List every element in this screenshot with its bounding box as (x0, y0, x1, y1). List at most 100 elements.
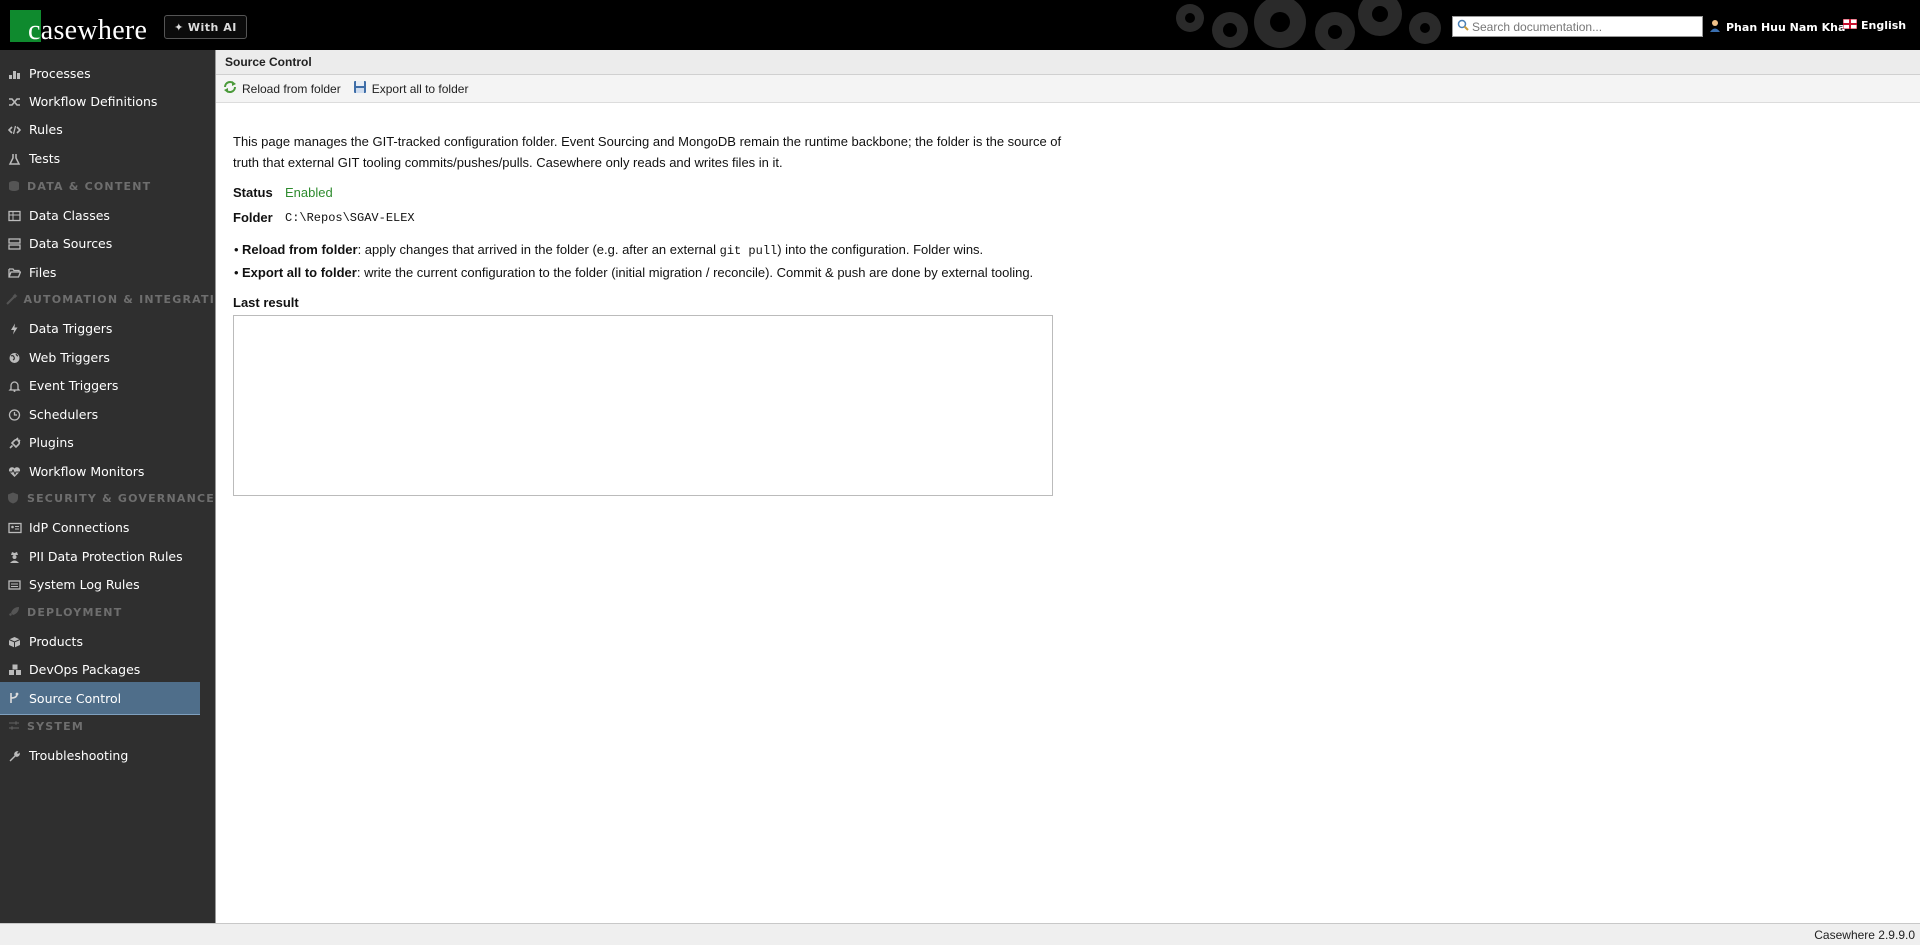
reload-from-folder-button[interactable]: Reload from folder (223, 80, 341, 97)
with-ai-button[interactable]: ✦ With AI (164, 15, 247, 39)
sidebar: Processes Workflow Definitions Rules Tests D… (0, 50, 215, 923)
sidebar-item-label: Workflow Monitors (29, 464, 145, 479)
sidebar-item-label: Data Triggers (29, 321, 113, 336)
git-pull-code: git pull (719, 244, 778, 258)
status-value: Enabled (285, 185, 333, 200)
section-label: DATA & CONTENT (27, 179, 152, 193)
globe-icon (0, 352, 29, 364)
clock-icon (0, 408, 29, 421)
bell-icon (0, 380, 29, 392)
language-label: English (1861, 19, 1907, 32)
search-icon (1457, 19, 1469, 34)
sidebar-item-label: DevOps Packages (29, 662, 141, 677)
with-ai-label: With AI (187, 20, 237, 34)
search-input[interactable] (1472, 19, 1697, 34)
section-label: AUTOMATION & INTEGRATI (23, 292, 215, 306)
sidebar-item-label: Schedulers (29, 407, 99, 422)
casewhere-logo[interactable]: casewhere (10, 10, 148, 46)
heartbeat-icon (0, 466, 29, 478)
save-icon (353, 80, 367, 97)
sidebar-section-header: AUTOMATION & INTEGRATI (0, 289, 215, 309)
user-name: Phan Huu Nam Kha (1726, 20, 1846, 34)
sliders-icon (0, 720, 27, 732)
cubes-icon (0, 664, 29, 676)
server-icon (0, 237, 29, 250)
section-label: SECURITY & GOVERNANCE (26, 491, 215, 505)
shield-icon (0, 492, 27, 504)
sidebar-item-label: Workflow Definitions (29, 94, 158, 109)
sidebar-section-header: DEPLOYMENT (0, 602, 215, 622)
folder-label: Folder (233, 210, 273, 225)
plug-icon (0, 436, 29, 449)
sidebar-section-header: SECURITY & GOVERNANCE (0, 488, 215, 508)
export-help-text: : write the current configuration to the… (356, 265, 1034, 280)
version-label: Casewhere 2.9.9.0 (1814, 928, 1915, 942)
reload-help-text-b: ) into the configuration. Folder wins. (777, 242, 984, 257)
search-documentation[interactable] (1452, 16, 1703, 37)
sidebar-item-label: Data Classes (29, 208, 110, 223)
content: This page manages the GIT-tracked config… (233, 131, 1063, 499)
export-label: Export all to folder (371, 81, 469, 96)
user-icon (1709, 19, 1721, 35)
refresh-icon (223, 80, 237, 97)
database-icon (0, 180, 27, 192)
sidebar-item-label: Source Control (29, 690, 122, 706)
sidebar-item-label: Processes (29, 66, 91, 81)
uk-flag-icon (1842, 18, 1858, 32)
status-row: Status Enabled (233, 182, 1063, 203)
folder-open-icon (0, 267, 29, 279)
last-result-label: Last result (233, 295, 299, 310)
section-label: DEPLOYMENT (27, 605, 123, 619)
shuffle-icon (0, 96, 29, 108)
reload-help-text-a: : apply changes that arrived in the fold… (357, 242, 720, 257)
sidebar-item-files[interactable]: Files (0, 256, 200, 289)
gears-decoration (1150, 0, 1450, 50)
list-item: Reload from folder: apply changes that a… (233, 239, 1063, 262)
processes-icon (0, 68, 29, 80)
main-panel: Source Control Reload from folder Export… (215, 50, 1920, 923)
sidebar-item-label: Plugins (29, 435, 74, 450)
sidebar-item-label: Rules (29, 122, 63, 137)
sidebar-item-label: Data Sources (29, 236, 113, 251)
folder-row: Folder C:\Repos\SGAV-ELEX (233, 207, 1063, 228)
language-selector[interactable]: English (1842, 18, 1907, 32)
sidebar-item-label: Tests (29, 151, 61, 166)
sidebar-item-workflow-monitors[interactable]: Workflow Monitors (0, 455, 200, 488)
wrench-icon (0, 750, 29, 762)
page-title: Source Control (216, 50, 1920, 75)
bolt-icon (0, 323, 29, 335)
sidebar-item-system-log-rules[interactable]: System Log Rules (0, 568, 200, 601)
status-bar: Casewhere 2.9.9.0 (0, 923, 1920, 945)
code-icon (0, 124, 29, 136)
box-icon (0, 636, 29, 648)
top-bar: casewhere ✦ With AI Search documentation… (0, 0, 1920, 50)
id-card-icon (0, 522, 29, 534)
list-item: Export all to folder: write the current … (233, 262, 1063, 283)
reload-label: Reload from folder (242, 81, 341, 96)
sidebar-item-label: System Log Rules (29, 577, 140, 592)
sidebar-item-label: Products (29, 634, 83, 649)
sidebar-item-troubleshooting[interactable]: Troubleshooting (0, 739, 200, 772)
flask-icon (0, 153, 29, 165)
last-result-textarea[interactable] (233, 315, 1053, 496)
sidebar-item-label: IdP Connections (29, 520, 130, 535)
table-icon (0, 210, 29, 222)
user-secret-icon (0, 551, 29, 563)
folder-path: C:\Repos\SGAV-ELEX (285, 210, 415, 225)
rocket-icon (0, 606, 27, 618)
sidebar-item-source-control[interactable]: Source Control (0, 682, 200, 715)
page-description: This page manages the GIT-tracked config… (233, 134, 1062, 170)
list-icon (0, 579, 29, 591)
status-label: Status (233, 185, 273, 200)
reload-help-title: Reload from folder (242, 242, 358, 257)
sidebar-section-header: SYSTEM (0, 716, 215, 736)
sidebar-item-label: Troubleshooting (29, 748, 129, 763)
export-all-to-folder-button[interactable]: Export all to folder (353, 80, 469, 97)
wand-icon (0, 293, 24, 305)
logo-text: casewhere (28, 15, 148, 46)
action-help-list: Reload from folder: apply changes that a… (233, 239, 1063, 283)
user-menu[interactable]: Phan Huu Nam Kha (1709, 19, 1845, 35)
sidebar-item-tests[interactable]: Tests (0, 142, 200, 175)
sidebar-item-label: Event Triggers (29, 378, 119, 393)
sidebar-item-label: PII Data Protection Rules (29, 549, 183, 564)
